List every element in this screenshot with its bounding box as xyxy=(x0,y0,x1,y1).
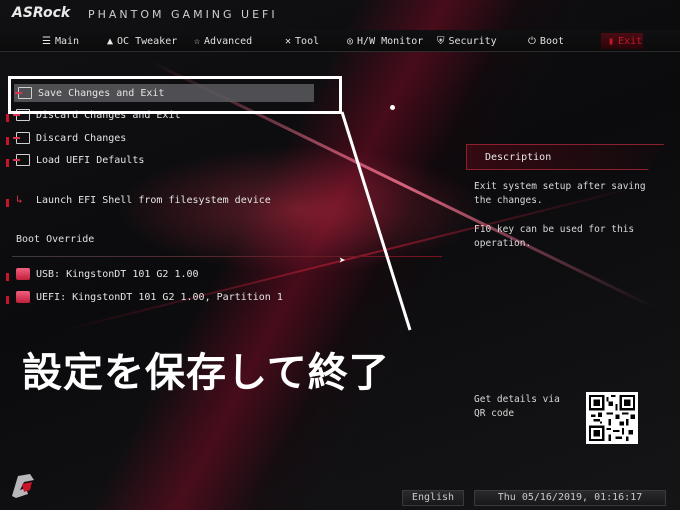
tab-advanced[interactable]: ☆ Advanced xyxy=(194,33,252,49)
qr-code-icon xyxy=(586,392,638,444)
exit-door-icon xyxy=(13,154,30,166)
boot-device-usb[interactable]: USB: KingstonDT 101 G2 1.00 xyxy=(6,265,199,283)
boot-device-label: UEFI: KingstonDT 101 G2 1.00, Partition … xyxy=(36,291,283,303)
phantom-gaming-logo-icon xyxy=(8,470,40,500)
item-marker xyxy=(6,137,9,145)
tab-label: OC Tweaker xyxy=(117,35,178,47)
menu-item-label: Launch EFI Shell from filesystem device xyxy=(36,194,271,206)
usb-drive-icon xyxy=(16,268,30,280)
star-icon: ☆ xyxy=(194,35,201,47)
boot-device-label: USB: KingstonDT 101 G2 1.00 xyxy=(36,268,199,280)
menu-item-label: Discard Changes xyxy=(36,132,127,144)
tab-label: Security xyxy=(448,35,497,47)
description-line-1: Exit system setup after saving the chang… xyxy=(474,181,646,206)
description-line-2: F10 key can be used for this operation. xyxy=(474,224,635,249)
power-icon: ⏻ xyxy=(528,35,536,47)
language-button[interactable]: English xyxy=(402,490,464,506)
item-marker xyxy=(6,114,9,122)
tab-security[interactable]: ⛨ Security xyxy=(437,33,497,49)
description-header: Description xyxy=(466,144,664,170)
tab-label: Exit xyxy=(618,35,643,47)
item-marker xyxy=(6,159,9,167)
annotation-highlight-box xyxy=(8,76,342,114)
list-icon: ☰ xyxy=(42,35,51,47)
tab-hw-monitor[interactable]: ◎ H/W Monitor xyxy=(347,33,423,49)
tab-main[interactable]: ☰ Main xyxy=(42,33,79,49)
item-marker xyxy=(6,273,9,281)
boot-device-uefi[interactable]: UEFI: KingstonDT 101 G2 1.00, Partition … xyxy=(6,288,283,306)
tab-label: Tool xyxy=(295,35,320,47)
qr-help-text: Get details via QR code xyxy=(474,394,560,419)
shield-icon: ⛨ xyxy=(437,35,445,47)
exit-door-icon xyxy=(13,132,30,144)
section-divider xyxy=(12,256,442,257)
menu-item-launch-efi-shell[interactable]: ↳ Launch EFI Shell from filesystem devic… xyxy=(6,191,271,209)
boot-override-title: Boot Override xyxy=(16,234,95,245)
datetime-display: Thu 05/16/2019, 01:16:17 xyxy=(474,490,666,506)
tab-label: Main xyxy=(54,35,80,47)
tab-tool[interactable]: ✕ Tool xyxy=(285,33,319,49)
item-marker xyxy=(6,199,9,207)
annotation-dot xyxy=(390,105,395,110)
monitor-icon: ◎ xyxy=(347,35,354,47)
top-bar: ASRock PHANTOM GAMING UEFI xyxy=(0,0,680,28)
menu-item-discard-changes[interactable]: Discard Changes xyxy=(6,129,127,147)
annotation-caption: 設定を保存して終了 xyxy=(22,350,390,396)
mouse-cursor-icon: ➤ xyxy=(339,254,346,267)
exit-icon: ▮ xyxy=(608,35,615,47)
tab-label: Advanced xyxy=(204,35,253,47)
menu-item-label: Load UEFI Defaults xyxy=(36,154,145,166)
tools-icon: ✕ xyxy=(285,35,292,47)
brand-product: PHANTOM GAMING UEFI xyxy=(88,8,278,21)
menu-item-load-uefi-defaults[interactable]: Load UEFI Defaults xyxy=(6,151,145,169)
tab-oc-tweaker[interactable]: ▲ OC Tweaker xyxy=(107,33,177,49)
description-title: Description xyxy=(485,152,552,163)
tab-exit[interactable]: ▮ Exit xyxy=(608,33,642,49)
tab-boot[interactable]: ⏻ Boot xyxy=(528,33,564,49)
usb-drive-icon xyxy=(16,291,30,303)
tab-label: Boot xyxy=(539,35,565,47)
item-marker xyxy=(6,296,9,304)
rocket-icon: ▲ xyxy=(107,35,114,47)
main-nav: ☰ Main ▲ OC Tweaker ☆ Advanced ✕ Tool ◎ … xyxy=(0,30,680,52)
tab-label: H/W Monitor xyxy=(357,35,424,47)
brand-logo: ASRock xyxy=(12,5,71,21)
shell-icon: ↳ xyxy=(16,193,23,206)
